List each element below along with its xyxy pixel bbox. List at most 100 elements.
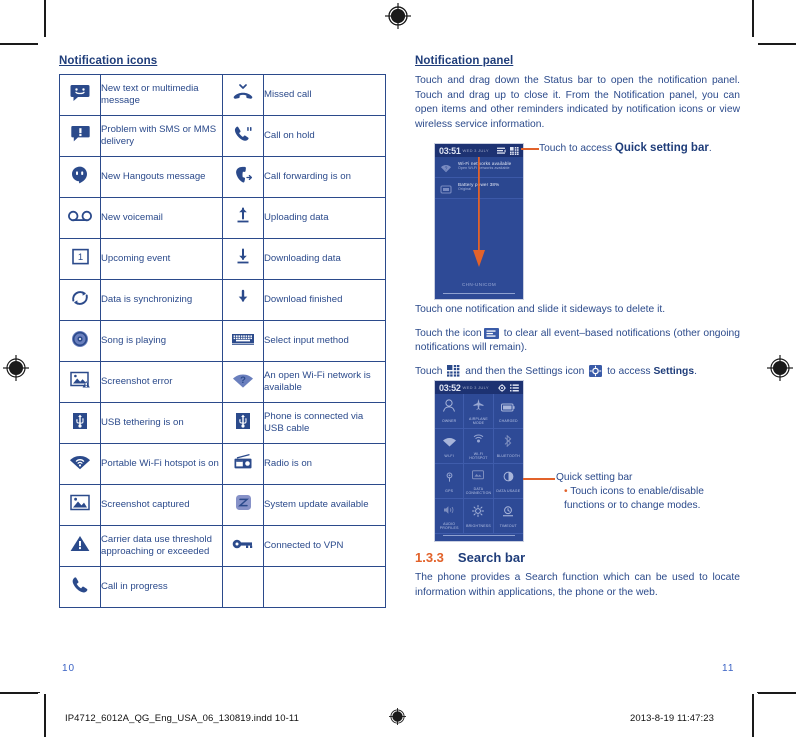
row-label: Screenshot error — [100, 361, 223, 403]
quick-setting-tile-brightness[interactable]: BRIGHTNESS — [464, 499, 494, 534]
table-row: New voicemail Uploading data — [59, 197, 386, 239]
row-label: Portable Wi-Fi hotspot is on — [100, 443, 223, 485]
quick-setting-tile-gps[interactable]: GPS — [435, 464, 465, 499]
notification-panel-intro: Touch and drag down the Status bar to op… — [415, 75, 740, 130]
missed-call-icon — [222, 74, 264, 116]
tile-label: DATA USAGE — [496, 488, 521, 493]
footer-filename: IP4712_6012A_QG_Eng_USA_06_130819.indd 1… — [65, 713, 299, 724]
message-alert-icon — [59, 115, 101, 157]
quick-setting-bar-icon[interactable] — [510, 144, 519, 160]
registration-mark-right — [767, 355, 793, 381]
airplane-icon — [473, 397, 484, 415]
call-hold-icon — [222, 115, 264, 157]
phone-status-bar: 03:52 WED 3 JULY — [435, 381, 523, 394]
callout-line-qsbar — [523, 478, 555, 480]
callout-line-quick-setting — [521, 148, 539, 150]
empty-cell-label — [263, 566, 386, 608]
tile-label: BRIGHTNESS — [466, 523, 491, 528]
upload-icon — [222, 197, 264, 239]
para-settings-bold: Settings — [653, 365, 695, 377]
screenshot-icon — [59, 484, 101, 526]
usage-icon — [503, 469, 514, 487]
list-item-text: Wi-Fi networks available Open Wi-Fi netw… — [458, 161, 518, 170]
para-settings-end: . — [694, 365, 697, 377]
panel-drag-handle[interactable] — [443, 293, 515, 294]
quick-setting-tile-data-connection[interactable]: DATA CONNECTION — [464, 464, 494, 499]
page-number-left: 10 — [62, 663, 76, 674]
table-row: USB tethering is on Phone is connected v… — [59, 402, 386, 444]
vpn-key-icon — [222, 525, 264, 567]
panel-drag-handle[interactable] — [443, 535, 515, 536]
footer-registration-mark — [389, 708, 406, 730]
table-row: Song is playing Select input method — [59, 320, 386, 362]
wifi-open-icon: ? — [222, 361, 264, 403]
row-label: Call on hold — [263, 115, 386, 157]
quick-setting-tile-airplane[interactable]: AIRPLANE MODE — [464, 394, 494, 429]
screenshot-error-icon — [59, 361, 101, 403]
empty-cell-icon — [222, 566, 264, 608]
crop-mark-top-right-h — [758, 43, 796, 45]
section-heading: 1.3.3 Search bar — [415, 550, 740, 565]
table-row: 1 Upcoming event Downloading data — [59, 238, 386, 280]
wifi-icon — [442, 434, 456, 452]
quick-setting-tile-charged[interactable]: CHARGED — [493, 394, 523, 429]
footer-rule-left — [0, 692, 40, 694]
calendar-event-icon: 1 — [59, 238, 101, 280]
clear-all-icon[interactable] — [497, 144, 506, 160]
callout-suffix: . — [708, 143, 712, 154]
phone-screenshot-quick-settings: 03:52 WED 3 JULY OWNER AIRPLANE MODE CHA… — [434, 380, 524, 542]
row-label: System update available — [263, 484, 386, 526]
quick-setting-tile-audio-profiles[interactable]: AUDIO PROFILES — [435, 499, 465, 534]
download-done-icon — [222, 279, 264, 321]
callout-qsbar-bullet: • Touch icons to enable/disable function… — [564, 485, 739, 513]
tile-label: AUDIO PROFILES — [439, 521, 459, 530]
phone-carrier-label: CHN-UNICOM — [461, 282, 497, 287]
clear-all-icon[interactable] — [483, 327, 499, 339]
call-forward-icon — [222, 156, 264, 198]
row-label: Upcoming event — [100, 238, 223, 280]
callout-prefix: Touch to access — [539, 143, 615, 154]
registration-mark-top — [385, 3, 411, 29]
quick-setting-tile-timeout[interactable]: TIMEOUT — [493, 499, 523, 534]
list-item-sub: Open Wi-Fi networks available — [458, 166, 510, 170]
row-label: Download finished — [263, 279, 386, 321]
warning-icon — [59, 525, 101, 567]
volume-icon — [443, 502, 455, 520]
brightness-icon — [472, 504, 485, 522]
quick-setting-bar-icon[interactable] — [447, 364, 460, 377]
row-label: Call forwarding is on — [263, 156, 386, 198]
phone-screenshot-notification-panel: 03:51 WED 3 JULY ? Wi-Fi networks availa… — [434, 143, 524, 300]
row-label: Downloading data — [263, 238, 386, 280]
quick-setting-tile-hotspot[interactable]: WI-FI HOTSPOT — [464, 429, 494, 464]
row-label: Phone is connected via USB cable — [263, 402, 386, 444]
row-label: New voicemail — [100, 197, 223, 239]
row-label: Carrier data use threshold approaching o… — [100, 525, 223, 567]
row-label: Problem with SMS or MMS delivery — [100, 115, 223, 157]
quick-setting-tile-owner[interactable]: OWNER — [435, 394, 465, 429]
footer-rule-right — [757, 692, 796, 694]
system-update-icon — [222, 484, 264, 526]
download-icon — [222, 238, 264, 280]
crop-mark-top-left-h — [0, 43, 38, 45]
tile-label: OWNER — [441, 418, 457, 423]
row-label: Select input method — [263, 320, 386, 362]
quick-setting-tile-wifi[interactable]: WI-FI — [435, 429, 465, 464]
music-disc-icon — [59, 320, 101, 362]
bullet-marker: • — [564, 486, 568, 497]
battery-full-icon — [501, 399, 515, 417]
section-title: Search bar — [457, 550, 526, 565]
call-active-icon — [59, 566, 101, 608]
table-row: Carrier data use threshold approaching o… — [59, 525, 386, 567]
status-clock: 03:52 — [439, 382, 461, 393]
list-item-text: Battery power 38% Original — [458, 182, 518, 191]
row-label: USB tethering is on — [100, 402, 223, 444]
svg-text:?: ? — [445, 167, 448, 173]
table-row: Problem with SMS or MMS delivery Call on… — [59, 115, 386, 157]
hotspot-icon — [473, 432, 484, 450]
callout-qsbar-title-text: Quick setting bar — [556, 472, 633, 483]
gear-icon[interactable] — [589, 364, 603, 377]
quick-setting-tile-data-usage[interactable]: DATA USAGE — [493, 464, 523, 499]
quick-setting-tile-bluetooth[interactable]: BLUETOOTH — [493, 429, 523, 464]
callout-bold: Quick setting bar — [614, 142, 709, 154]
crop-mark-bottom-left-v — [44, 694, 46, 737]
